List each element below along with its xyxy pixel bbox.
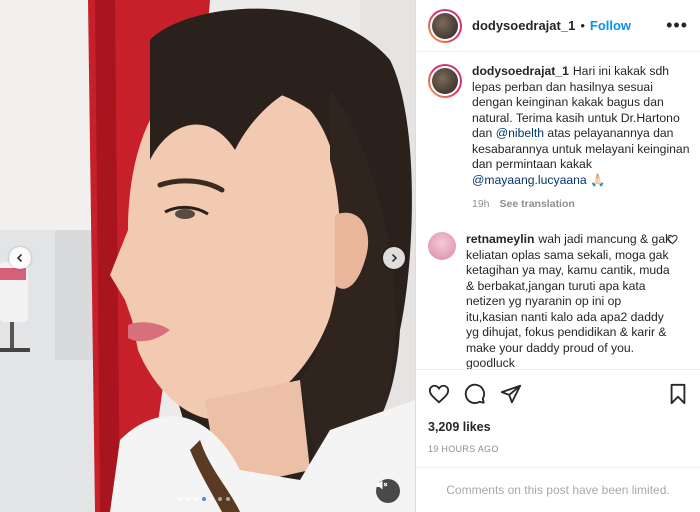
comment-item: retnameylin wah jadi mancung & gak keliat… <box>428 232 688 369</box>
post-header: dodysoedrajat_1 • Follow ••• <box>416 0 700 52</box>
mention-link[interactable]: @mayaang.lucyaana <box>472 173 587 187</box>
commenter-username[interactable]: retnameylin <box>466 232 534 246</box>
caption: dodysoedrajat_1 Hari ini kakak sdh lepas … <box>428 64 690 210</box>
comments-section[interactable]: dodysoedrajat_1 Hari ini kakak sdh lepas … <box>416 52 700 369</box>
see-translation-link[interactable]: See translation <box>500 198 575 210</box>
carousel-next-button[interactable] <box>383 247 405 269</box>
chevron-right-icon <box>391 253 398 263</box>
carousel-dot <box>226 497 230 501</box>
audio-toggle-button[interactable] <box>376 479 400 503</box>
carousel-dot <box>218 497 222 501</box>
separator: • <box>580 18 585 33</box>
carousel-dot <box>210 497 214 501</box>
caption-body-3: 🙏🏻 <box>586 172 606 187</box>
carousel-dot <box>202 497 206 501</box>
caption-text: dodysoedrajat_1 Hari ini kakak sdh lepas … <box>472 64 690 188</box>
comment-like-icon[interactable] <box>667 234 678 245</box>
carousel-dot <box>178 497 182 501</box>
like-heart-icon[interactable] <box>428 383 450 405</box>
header-username[interactable]: dodysoedrajat_1 <box>472 18 575 33</box>
carousel-indicator <box>178 497 230 501</box>
comments-limited-notice: Comments on this post have been limited. <box>416 467 700 512</box>
share-paper-plane-icon[interactable] <box>500 383 522 405</box>
carousel-dot <box>194 497 198 501</box>
caption-avatar[interactable] <box>428 64 462 98</box>
comment-body: wah jadi mancung & gak keliatan oplas sa… <box>466 232 672 369</box>
save-bookmark-icon[interactable] <box>668 383 688 405</box>
caption-meta: 19h See translation <box>472 198 690 210</box>
caption-username[interactable]: dodysoedrajat_1 <box>472 64 569 78</box>
chevron-left-icon <box>16 253 23 263</box>
post-timestamp[interactable]: 19 HOURS AGO <box>428 444 688 454</box>
avatar[interactable] <box>428 8 462 43</box>
post-side-panel: dodysoedrajat_1 • Follow ••• dodysoedraj… <box>415 0 700 512</box>
follow-button[interactable]: Follow <box>590 18 631 33</box>
more-options-icon[interactable]: ••• <box>666 15 688 36</box>
caption-time[interactable]: 19h <box>472 198 490 210</box>
likes-count[interactable]: 3,209 likes <box>428 420 688 434</box>
carousel-prev-button[interactable] <box>9 247 31 269</box>
post-actions: 3,209 likes 19 HOURS AGO <box>416 369 700 454</box>
commenter-avatar[interactable] <box>428 232 456 260</box>
mention-link[interactable]: @nibelth <box>496 126 544 140</box>
speaker-muted-icon <box>377 480 388 490</box>
carousel-dot <box>186 497 190 501</box>
comment-text: retnameylin wah jadi mancung & gak keliat… <box>466 232 674 369</box>
comment-bubble-icon[interactable] <box>464 383 486 405</box>
portrait-image <box>0 0 415 512</box>
post-photo[interactable] <box>0 0 415 512</box>
